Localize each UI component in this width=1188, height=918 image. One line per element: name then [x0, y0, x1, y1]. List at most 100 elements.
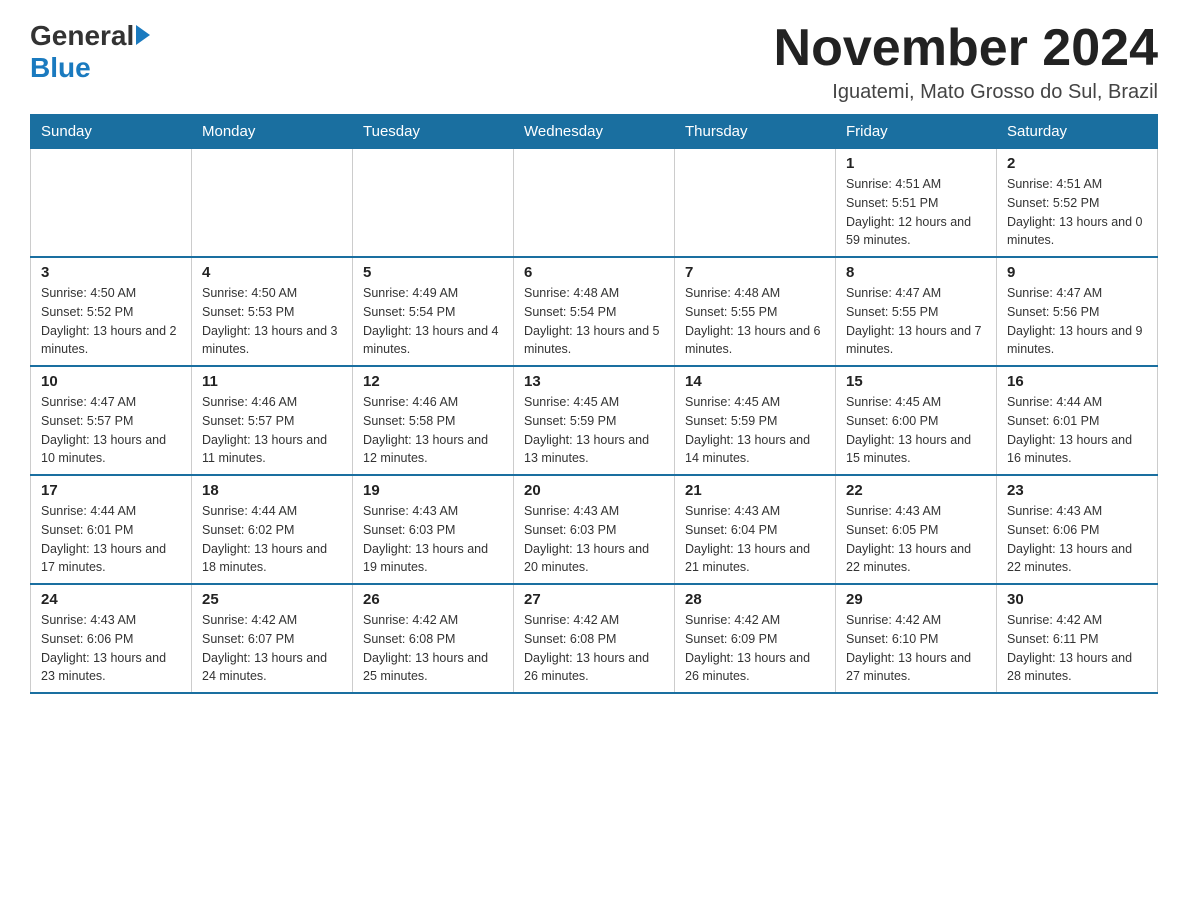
calendar-day-cell: [192, 149, 353, 258]
calendar-week-row: 17 Sunrise: 4:44 AM Sunset: 6:01 PM Dayli…: [31, 475, 1158, 584]
calendar-day-cell: 21 Sunrise: 4:43 AM Sunset: 6:04 PM Dayli…: [675, 475, 836, 584]
calendar-day-cell: 23 Sunrise: 4:43 AM Sunset: 6:06 PM Dayli…: [997, 475, 1158, 584]
logo-triangle: [136, 25, 150, 45]
calendar-day-cell: 18 Sunrise: 4:44 AM Sunset: 6:02 PM Dayli…: [192, 475, 353, 584]
day-number: 11: [202, 373, 342, 390]
calendar-day-cell: 2 Sunrise: 4:51 AM Sunset: 5:52 PM Daylig…: [997, 149, 1158, 258]
day-info: Sunrise: 4:43 AM Sunset: 6:06 PM Dayligh…: [1007, 502, 1147, 577]
calendar-day-cell: 1 Sunrise: 4:51 AM Sunset: 5:51 PM Daylig…: [836, 149, 997, 258]
day-number: 14: [685, 373, 825, 390]
day-info: Sunrise: 4:43 AM Sunset: 6:03 PM Dayligh…: [363, 502, 503, 577]
calendar-day-cell: [31, 149, 192, 258]
day-of-week-header: Monday: [192, 115, 353, 149]
day-of-week-header: Thursday: [675, 115, 836, 149]
calendar-day-cell: 24 Sunrise: 4:43 AM Sunset: 6:06 PM Dayli…: [31, 584, 192, 693]
calendar-day-cell: [353, 149, 514, 258]
day-number: 13: [524, 373, 664, 390]
day-info: Sunrise: 4:43 AM Sunset: 6:06 PM Dayligh…: [41, 611, 181, 686]
day-info: Sunrise: 4:49 AM Sunset: 5:54 PM Dayligh…: [363, 284, 503, 359]
day-info: Sunrise: 4:42 AM Sunset: 6:07 PM Dayligh…: [202, 611, 342, 686]
day-number: 15: [846, 373, 986, 390]
page-header: General Blue November 2024 Iguatemi, Mat…: [30, 20, 1158, 104]
day-number: 23: [1007, 482, 1147, 499]
day-info: Sunrise: 4:43 AM Sunset: 6:05 PM Dayligh…: [846, 502, 986, 577]
day-info: Sunrise: 4:47 AM Sunset: 5:56 PM Dayligh…: [1007, 284, 1147, 359]
calendar-day-cell: 20 Sunrise: 4:43 AM Sunset: 6:03 PM Dayli…: [514, 475, 675, 584]
calendar-day-cell: 17 Sunrise: 4:44 AM Sunset: 6:01 PM Dayli…: [31, 475, 192, 584]
day-info: Sunrise: 4:47 AM Sunset: 5:57 PM Dayligh…: [41, 393, 181, 468]
day-info: Sunrise: 4:42 AM Sunset: 6:08 PM Dayligh…: [363, 611, 503, 686]
calendar-day-cell: 5 Sunrise: 4:49 AM Sunset: 5:54 PM Daylig…: [353, 257, 514, 366]
day-info: Sunrise: 4:51 AM Sunset: 5:52 PM Dayligh…: [1007, 175, 1147, 250]
day-number: 27: [524, 591, 664, 608]
calendar-day-cell: 25Sunrise: 4:42 AM Sunset: 6:07 PM Dayli…: [192, 584, 353, 693]
day-info: Sunrise: 4:42 AM Sunset: 6:08 PM Dayligh…: [524, 611, 664, 686]
month-year-title: November 2024: [774, 20, 1158, 77]
day-number: 7: [685, 264, 825, 281]
day-number: 16: [1007, 373, 1147, 390]
day-number: 18: [202, 482, 342, 499]
day-info: Sunrise: 4:50 AM Sunset: 5:52 PM Dayligh…: [41, 284, 181, 359]
day-number: 4: [202, 264, 342, 281]
day-info: Sunrise: 4:46 AM Sunset: 5:57 PM Dayligh…: [202, 393, 342, 468]
calendar-day-cell: 28 Sunrise: 4:42 AM Sunset: 6:09 PM Dayli…: [675, 584, 836, 693]
day-of-week-header: Tuesday: [353, 115, 514, 149]
day-info: Sunrise: 4:51 AM Sunset: 5:51 PM Dayligh…: [846, 175, 986, 250]
calendar-day-cell: 6 Sunrise: 4:48 AM Sunset: 5:54 PM Daylig…: [514, 257, 675, 366]
calendar-day-cell: 3 Sunrise: 4:50 AM Sunset: 5:52 PM Daylig…: [31, 257, 192, 366]
day-number: 12: [363, 373, 503, 390]
day-info: Sunrise: 4:44 AM Sunset: 6:01 PM Dayligh…: [41, 502, 181, 577]
day-info: Sunrise: 4:42 AM Sunset: 6:09 PM Dayligh…: [685, 611, 825, 686]
day-number: 9: [1007, 264, 1147, 281]
day-info: Sunrise: 4:48 AM Sunset: 5:55 PM Dayligh…: [685, 284, 825, 359]
day-number: 6: [524, 264, 664, 281]
calendar-day-cell: 7 Sunrise: 4:48 AM Sunset: 5:55 PM Daylig…: [675, 257, 836, 366]
logo: General Blue: [30, 20, 150, 84]
calendar-day-cell: 12 Sunrise: 4:46 AM Sunset: 5:58 PM Dayli…: [353, 366, 514, 475]
day-number: 1: [846, 155, 986, 172]
logo-general-text: General: [30, 20, 134, 52]
calendar-day-cell: 9 Sunrise: 4:47 AM Sunset: 5:56 PM Daylig…: [997, 257, 1158, 366]
calendar-day-cell: 15 Sunrise: 4:45 AM Sunset: 6:00 PM Dayli…: [836, 366, 997, 475]
day-number: 28: [685, 591, 825, 608]
calendar-day-cell: 16 Sunrise: 4:44 AM Sunset: 6:01 PM Dayli…: [997, 366, 1158, 475]
day-number: 8: [846, 264, 986, 281]
day-info: Sunrise: 4:44 AM Sunset: 6:01 PM Dayligh…: [1007, 393, 1147, 468]
calendar-day-cell: 11 Sunrise: 4:46 AM Sunset: 5:57 PM Dayli…: [192, 366, 353, 475]
day-number: 3: [41, 264, 181, 281]
day-info: Sunrise: 4:44 AM Sunset: 6:02 PM Dayligh…: [202, 502, 342, 577]
day-info: Sunrise: 4:43 AM Sunset: 6:03 PM Dayligh…: [524, 502, 664, 577]
day-info: Sunrise: 4:45 AM Sunset: 6:00 PM Dayligh…: [846, 393, 986, 468]
calendar-day-cell: 30Sunrise: 4:42 AM Sunset: 6:11 PM Dayli…: [997, 584, 1158, 693]
day-number: 30: [1007, 591, 1147, 608]
title-block: November 2024 Iguatemi, Mato Grosso do S…: [774, 20, 1158, 104]
day-number: 29: [846, 591, 986, 608]
day-info: Sunrise: 4:48 AM Sunset: 5:54 PM Dayligh…: [524, 284, 664, 359]
calendar-header-row: SundayMondayTuesdayWednesdayThursdayFrid…: [31, 115, 1158, 149]
calendar-day-cell: [514, 149, 675, 258]
day-number: 26: [363, 591, 503, 608]
calendar-day-cell: 22 Sunrise: 4:43 AM Sunset: 6:05 PM Dayli…: [836, 475, 997, 584]
calendar-day-cell: 19Sunrise: 4:43 AM Sunset: 6:03 PM Dayli…: [353, 475, 514, 584]
day-number: 5: [363, 264, 503, 281]
day-info: Sunrise: 4:45 AM Sunset: 5:59 PM Dayligh…: [524, 393, 664, 468]
calendar-week-row: 3 Sunrise: 4:50 AM Sunset: 5:52 PM Daylig…: [31, 257, 1158, 366]
day-info: Sunrise: 4:43 AM Sunset: 6:04 PM Dayligh…: [685, 502, 825, 577]
calendar-day-cell: 4 Sunrise: 4:50 AM Sunset: 5:53 PM Daylig…: [192, 257, 353, 366]
day-number: 24: [41, 591, 181, 608]
day-info: Sunrise: 4:46 AM Sunset: 5:58 PM Dayligh…: [363, 393, 503, 468]
day-number: 20: [524, 482, 664, 499]
logo-blue-text: Blue: [30, 52, 91, 83]
day-number: 2: [1007, 155, 1147, 172]
day-info: Sunrise: 4:45 AM Sunset: 5:59 PM Dayligh…: [685, 393, 825, 468]
day-number: 22: [846, 482, 986, 499]
calendar-day-cell: 13 Sunrise: 4:45 AM Sunset: 5:59 PM Dayli…: [514, 366, 675, 475]
location-subtitle: Iguatemi, Mato Grosso do Sul, Brazil: [774, 81, 1158, 104]
day-number: 10: [41, 373, 181, 390]
calendar-day-cell: 29Sunrise: 4:42 AM Sunset: 6:10 PM Dayli…: [836, 584, 997, 693]
calendar-week-row: 1 Sunrise: 4:51 AM Sunset: 5:51 PM Daylig…: [31, 149, 1158, 258]
day-info: Sunrise: 4:50 AM Sunset: 5:53 PM Dayligh…: [202, 284, 342, 359]
calendar-day-cell: 10 Sunrise: 4:47 AM Sunset: 5:57 PM Dayli…: [31, 366, 192, 475]
day-number: 17: [41, 482, 181, 499]
day-number: 21: [685, 482, 825, 499]
